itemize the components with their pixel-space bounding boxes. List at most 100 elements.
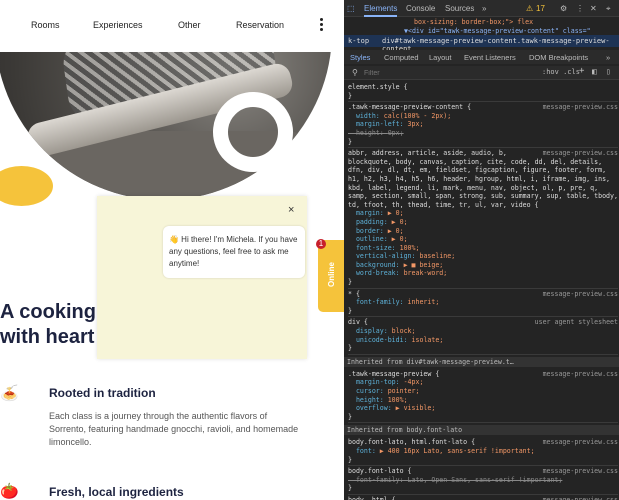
css-declaration[interactable]: height: 0px;	[348, 129, 618, 138]
dom-line-2[interactable]: ▼<div id="tawk-message-preview-content" …	[404, 27, 591, 35]
css-rule-selector[interactable]: message-preview.css * {	[348, 290, 618, 299]
nav-item-rooms[interactable]: Rooms	[31, 20, 60, 30]
css-rule[interactable]: message-preview.css body.font-lato { font…	[348, 466, 618, 495]
css-rule[interactable]: message-preview.css abbr, address, articl…	[348, 148, 618, 289]
css-rule[interactable]: user agent stylesheet div { display: bloc…	[348, 317, 618, 355]
css-rule[interactable]: message-preview.css body.font-lato, html.…	[348, 437, 618, 467]
filter-input[interactable]	[362, 67, 516, 79]
css-rule-selector[interactable]: message-preview.css body.font-lato, html.…	[348, 438, 618, 447]
css-declaration[interactable]: }	[348, 484, 618, 493]
css-declaration[interactable]: width: calc(100% - 2px);	[348, 112, 618, 121]
css-declaration[interactable]: outline: ▶ 0;	[348, 235, 618, 244]
chat-message-bubble[interactable]: 👋 Hi there! I'm Michela. If you have any…	[163, 226, 305, 278]
css-rule[interactable]: message-preview.css .tawk-message-preview…	[348, 102, 618, 149]
css-declaration[interactable]: margin-top: -4px;	[348, 378, 618, 387]
inherited-header: Inherited from div#tawk-message-preview.…	[344, 356, 619, 367]
css-declaration[interactable]: }	[348, 413, 618, 422]
css-rule[interactable]: message-preview.css * { font-family: inhe…	[348, 289, 618, 318]
css-rule-selector[interactable]: user agent stylesheet div {	[348, 318, 618, 327]
css-declaration[interactable]: }	[348, 456, 618, 465]
close-devtools-icon[interactable]: ✕	[590, 4, 597, 13]
nav-item-other[interactable]: Other	[178, 20, 201, 30]
nav-item-experiences[interactable]: Experiences	[93, 20, 143, 30]
subtab-computed[interactable]: Computed	[384, 53, 419, 62]
css-rule-source[interactable]: message-preview.css	[543, 496, 618, 500]
css-declaration[interactable]: margin-left: 3px;	[348, 120, 618, 129]
css-rule-selector[interactable]: message-preview.css .tawk-message-preview…	[348, 103, 618, 112]
css-rule-selector[interactable]: message-preview.css .tawk-message-preview…	[348, 370, 618, 379]
css-declaration[interactable]: }	[348, 344, 618, 353]
unread-badge: 1	[316, 239, 326, 249]
css-rule-source[interactable]: message-preview.css	[543, 149, 618, 158]
chat-preview-panel[interactable]: × 👋 Hi there! I'm Michela. If you have a…	[97, 196, 307, 359]
css-declaration[interactable]: vertical-align: baseline;	[348, 252, 618, 261]
css-declaration[interactable]: cursor: pointer;	[348, 387, 618, 396]
online-label: Online	[326, 262, 336, 287]
css-declaration[interactable]: word-break: break-word;	[348, 269, 618, 278]
feature-desc-tradition: Each class is a journey through the auth…	[49, 411, 299, 447]
close-icon[interactable]: ×	[288, 204, 294, 216]
tab-console[interactable]: Console	[406, 4, 435, 13]
css-rule-selector[interactable]: element.style {	[348, 83, 618, 92]
styles-rules: element.style {} message-preview.css .tawk…	[344, 82, 619, 500]
css-declaration[interactable]: }	[348, 138, 618, 147]
dom-line-1[interactable]: box-sizing: border-box;"> flex	[414, 18, 533, 26]
css-rule-source[interactable]: message-preview.css	[543, 290, 618, 299]
online-chat-tab[interactable]: Online	[318, 240, 344, 312]
decorative-ring	[213, 92, 293, 172]
hero-heading: A cooking with heart	[0, 300, 96, 350]
css-declaration[interactable]: font: ▶ 400 16px Lato, sans-serif !impor…	[348, 447, 618, 456]
tab-sources[interactable]: Sources	[445, 4, 474, 13]
hov-cls-toggle[interactable]: :hov .cls	[542, 68, 580, 76]
subtab-styles[interactable]: Styles	[350, 53, 370, 62]
subtab-event-listeners[interactable]: Event Listeners	[464, 53, 516, 62]
css-rule-source[interactable]: message-preview.css	[543, 438, 618, 447]
css-rule-source[interactable]: message-preview.css	[543, 467, 618, 476]
cursor-select-icon[interactable]: ⬚	[347, 4, 355, 13]
css-declaration[interactable]: }	[348, 307, 618, 316]
css-rule-source[interactable]: message-preview.css	[543, 370, 618, 379]
css-declaration[interactable]: }	[348, 92, 618, 101]
css-declaration[interactable]: border: ▶ 0;	[348, 227, 618, 236]
dock-icon[interactable]: ⌖	[606, 4, 611, 14]
styles-subtab-bar: Styles Computed Layout Event Listeners D…	[344, 50, 619, 64]
crumb-prefix[interactable]: k-top	[348, 37, 369, 45]
devtools-menu-icon[interactable]: ⋮	[576, 4, 584, 13]
computed-toggle-icon[interactable]: ◧	[592, 67, 597, 76]
breadcrumb: k-top div#tawk-message-preview-content.t…	[344, 35, 619, 53]
nav-item-reservation[interactable]: Reservation	[236, 20, 284, 30]
css-rule-selector[interactable]: message-preview.css body, html {	[348, 496, 618, 500]
css-rule[interactable]: element.style {}	[348, 82, 618, 103]
css-declaration[interactable]: background: ▶ ■ beige;	[348, 261, 618, 270]
css-rule[interactable]: message-preview.css .tawk-message-preview…	[348, 369, 618, 424]
css-rule-selector[interactable]: message-preview.css abbr, address, articl…	[348, 149, 618, 209]
css-declaration[interactable]: unicode-bidi: isolate;	[348, 336, 618, 345]
css-rule-source[interactable]: message-preview.css	[543, 103, 618, 112]
css-rule-source[interactable]: user agent stylesheet	[535, 318, 618, 327]
more-menu-icon[interactable]	[319, 18, 325, 32]
css-declaration[interactable]: }	[348, 278, 618, 287]
css-declaration[interactable]: display: block;	[348, 327, 618, 336]
hero-heading-line-1: A cooking	[0, 301, 96, 323]
website-viewport: Rooms Experiences Other Reservation A co…	[0, 0, 344, 500]
subtab-dom-breakpoints[interactable]: DOM Breakpoints	[529, 53, 588, 62]
subtab-layout[interactable]: Layout	[429, 53, 452, 62]
css-rule[interactable]: message-preview.cssbody, html { backgrou…	[348, 495, 618, 500]
css-declaration[interactable]: margin: ▶ 0;	[348, 209, 618, 218]
css-declaration[interactable]: overflow: ▶ visible;	[348, 404, 618, 413]
add-rule-icon[interactable]: +	[579, 66, 584, 76]
sidebar-toggle-icon[interactable]: ▯	[606, 67, 611, 76]
css-declaration[interactable]: padding: ▶ 0;	[348, 218, 618, 227]
css-declaration[interactable]: height: 100%;	[348, 396, 618, 405]
settings-gear-icon[interactable]: ⚙	[560, 4, 567, 13]
css-rule-selector[interactable]: message-preview.css body.font-lato {	[348, 467, 618, 476]
filter-icon: ⚲	[352, 68, 358, 77]
css-declaration[interactable]: font-size: 100%;	[348, 244, 618, 253]
css-declaration[interactable]: font-family: Lato, Open Sans, sans-serif…	[348, 476, 618, 485]
warning-icon[interactable]: ⚠	[526, 4, 533, 13]
devtools-panel: ⬚ Elements Console Sources » ⚠ 17 ⚙ ⋮ ✕ …	[344, 0, 619, 500]
more-subtabs-icon[interactable]: »	[606, 53, 610, 62]
tab-elements[interactable]: Elements	[364, 4, 398, 17]
css-declaration[interactable]: font-family: inherit;	[348, 298, 618, 307]
more-tabs-icon[interactable]: »	[482, 4, 486, 13]
